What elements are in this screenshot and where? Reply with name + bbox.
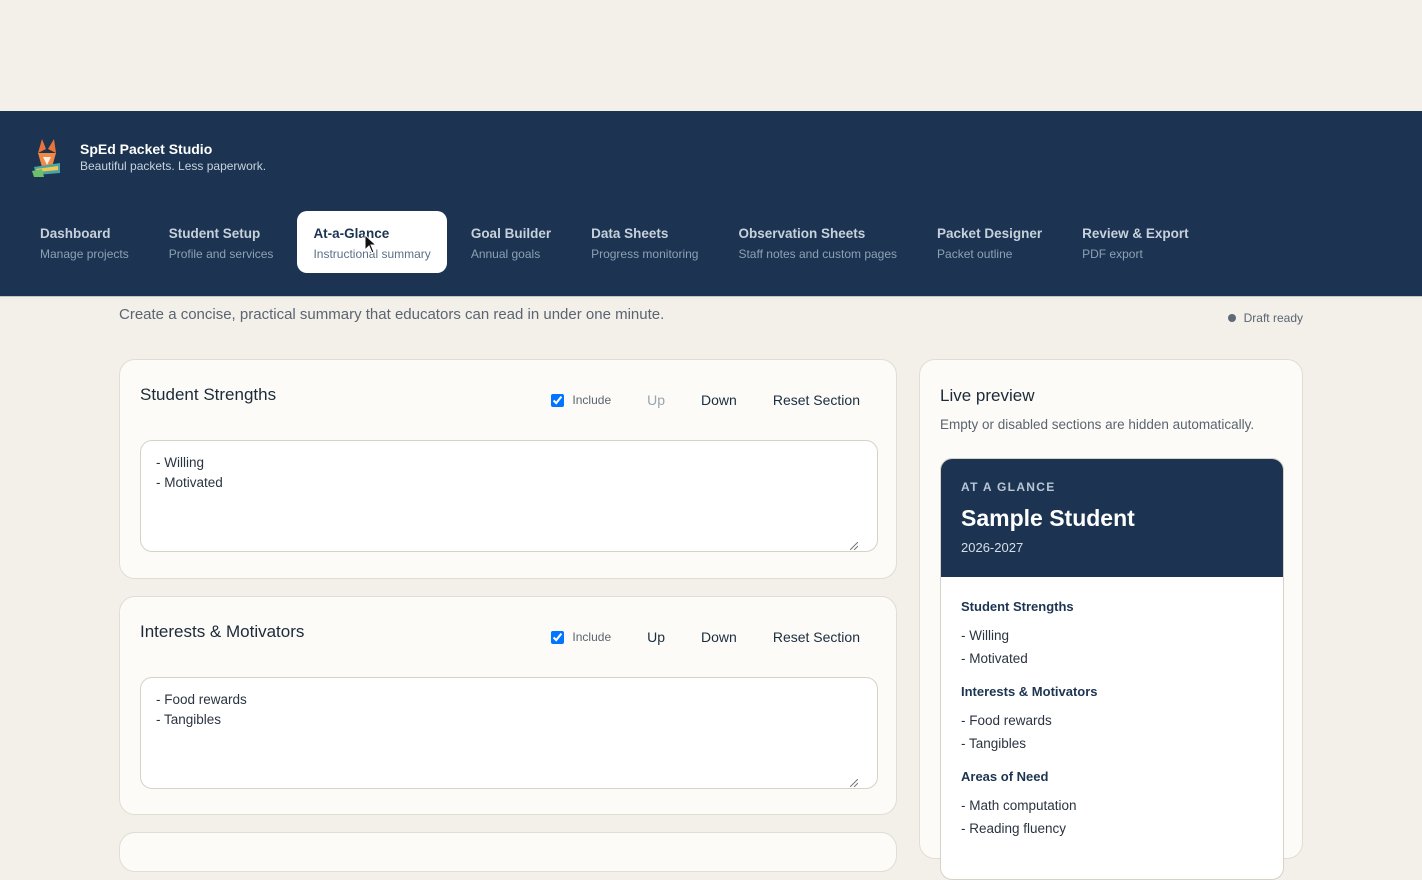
section-controls: Include Up Down Reset Section	[551, 627, 878, 647]
preview-line: - Math computation	[961, 798, 1077, 813]
move-up-button[interactable]: Up	[629, 390, 683, 410]
reset-section-button[interactable]: Reset Section	[755, 390, 878, 410]
page-intro: Create a concise, practical summary that…	[119, 306, 665, 323]
section-card-interests-motivators: Interests & Motivators Include Up Down R…	[119, 596, 897, 815]
tab-dashboard[interactable]: Dashboard Manage projects	[24, 211, 145, 273]
section-title: Student Strengths	[140, 385, 277, 404]
include-label: Include	[572, 393, 612, 407]
preview-line: - Food rewards	[961, 713, 1052, 728]
resize-grip-icon[interactable]	[850, 542, 858, 550]
tab-data-sheets[interactable]: Data Sheets Progress monitoring	[575, 211, 714, 273]
preview-year: 2026-2027	[961, 540, 1024, 555]
section-controls: Include Up Down Reset Section	[551, 390, 878, 410]
include-toggle[interactable]: Include	[551, 393, 611, 407]
tab-label: Review & Export	[1082, 226, 1189, 241]
preview-line: - Motivated	[961, 651, 1028, 666]
tab-subtitle: Manage projects	[40, 247, 129, 261]
section-textarea[interactable]: - Food rewards - Tangibles	[140, 677, 878, 789]
tab-label: Goal Builder	[470, 226, 552, 241]
preview-section-title: Areas of Need	[961, 769, 1049, 784]
include-checkbox[interactable]	[551, 393, 565, 407]
brand[interactable]: SpEd Packet Studio Beautiful packets. Le…	[30, 137, 266, 177]
section-card-next	[119, 832, 897, 872]
tab-label: Student Setup	[168, 226, 261, 241]
include-checkbox[interactable]	[551, 630, 565, 644]
status-dot-icon	[1227, 314, 1236, 322]
preview-line: - Reading fluency	[961, 821, 1067, 836]
preview-body: Student Strengths - Willing - Motivated …	[941, 577, 1283, 840]
tab-subtitle: Packet outline	[937, 247, 1013, 261]
tab-label: Dashboard	[40, 226, 111, 241]
tab-review-export[interactable]: Review & Export PDF export	[1066, 211, 1205, 273]
tab-subtitle: Staff notes and custom pages	[738, 247, 898, 261]
top-header: SpEd Packet Studio Beautiful packets. Le…	[0, 111, 1422, 297]
tab-subtitle: Progress monitoring	[591, 247, 699, 261]
mouse-cursor-icon	[364, 234, 378, 254]
tab-packet-designer[interactable]: Packet Designer Packet outline	[921, 211, 1058, 273]
reset-section-button[interactable]: Reset Section	[755, 627, 878, 647]
preview-line: - Tangibles	[961, 736, 1027, 751]
fox-logo-icon	[32, 139, 60, 177]
preview-student-name: Sample Student	[961, 505, 1135, 531]
preview-section: Areas of Need - Math computation - Readi…	[961, 769, 1263, 840]
include-toggle[interactable]: Include	[551, 630, 611, 644]
preview-section-title: Student Strengths	[961, 599, 1074, 614]
status-badge: Draft ready	[1227, 311, 1303, 325]
tab-label: Data Sheets	[591, 226, 669, 241]
main-tabs: Dashboard Manage projects Student Setup …	[24, 211, 1213, 273]
app-tagline: Beautiful packets. Less paperwork.	[80, 159, 267, 173]
section-title: Interests & Motivators	[140, 622, 305, 641]
live-preview-panel: Live preview Empty or disabled sections …	[919, 359, 1303, 880]
tab-goal-builder[interactable]: Goal Builder Annual goals	[455, 211, 567, 273]
preview-header: AT A GLANCE Sample Student 2026-2027	[941, 459, 1283, 577]
preview-section: Interests & Motivators - Food rewards - …	[961, 684, 1263, 755]
tab-student-setup[interactable]: Student Setup Profile and services	[153, 211, 290, 273]
tab-label: Observation Sheets	[738, 226, 866, 241]
preview-line: - Willing	[961, 628, 1010, 643]
preview-document: AT A GLANCE Sample Student 2026-2027 Stu…	[940, 458, 1284, 880]
resize-grip-icon[interactable]	[850, 779, 858, 787]
tab-subtitle: Annual goals	[470, 247, 541, 261]
move-down-button[interactable]: Down	[683, 627, 755, 647]
section-textarea[interactable]: - Willing - Motivated	[140, 440, 878, 552]
tab-subtitle: Profile and services	[168, 247, 274, 261]
status-text: Draft ready	[1243, 311, 1303, 325]
tab-observation-sheets[interactable]: Observation Sheets Staff notes and custo…	[722, 211, 913, 273]
section-card-student-strengths: Student Strengths Include Up Down Reset …	[119, 359, 897, 579]
move-up-button[interactable]: Up	[629, 627, 683, 647]
preview-section-title: Interests & Motivators	[961, 684, 1098, 699]
app-name: SpEd Packet Studio	[80, 141, 213, 157]
preview-section: Student Strengths - Willing - Motivated	[961, 599, 1263, 670]
tab-subtitle: PDF export	[1082, 247, 1143, 261]
tab-label: Packet Designer	[937, 226, 1043, 241]
preview-subtitle: Empty or disabled sections are hidden au…	[940, 417, 1255, 432]
move-down-button[interactable]: Down	[683, 390, 755, 410]
preview-title: Live preview	[940, 386, 1035, 405]
include-label: Include	[572, 630, 612, 644]
preview-kicker: AT A GLANCE	[961, 480, 1056, 494]
